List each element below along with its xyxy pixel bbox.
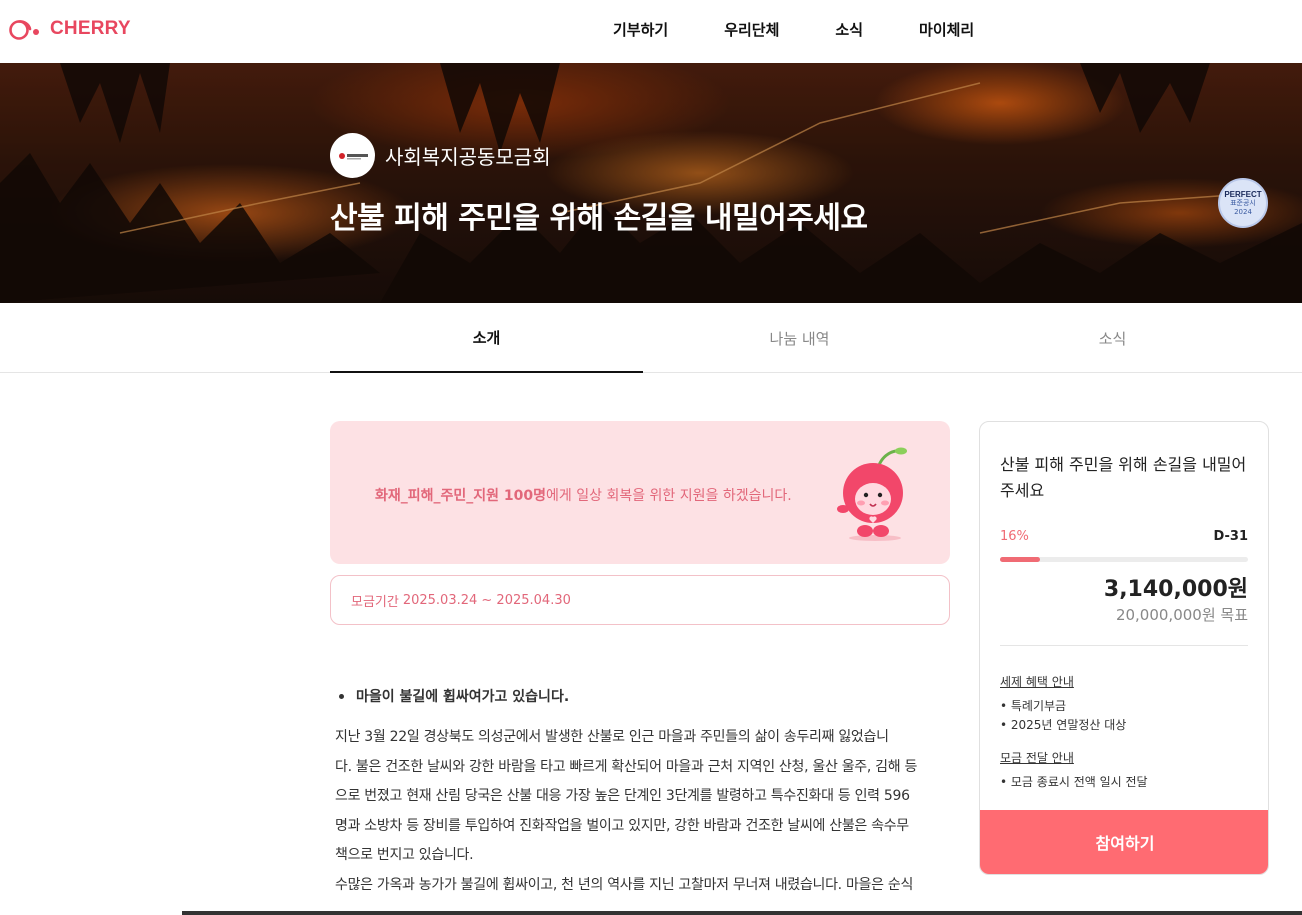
story-line: 지난 3월 22일 경상북도 의성군에서 발생한 산불로 인근 마을과 주민들의…	[335, 729, 889, 745]
campaign-tabs: 소개 나눔 내역 소식	[0, 303, 1302, 373]
delivery-info-item: • 모금 종료시 전액 일시 전달	[1000, 775, 1148, 789]
period-value: 2025.03.24 ~ 2025.04.30	[402, 592, 571, 608]
story-line: 수많은 가옥과 농가가 불길에 휩싸이고, 천 년의 역사를 지닌 고찰마저 무…	[335, 876, 914, 893]
delivery-info-link[interactable]: 모금 전달 안내	[1000, 749, 1074, 766]
horizontal-scrollbar[interactable]	[182, 911, 1302, 915]
campaign-goal-box: 화재_피해_주민_지원 100명에게 일상 회복을 위한 지원을 하겠습니다.	[330, 421, 950, 564]
logo-text: CHERRY	[50, 18, 131, 39]
nav-organizations[interactable]: 우리단체	[724, 19, 779, 40]
donation-summary-card: 산불 피해 주민을 위해 손길을 내밀어주세요 16% D-31 3,140,0…	[979, 421, 1269, 875]
badge-year-text: 2024	[1234, 207, 1252, 216]
story-line: 으로 번졌고 현재 산림 당국은 산불 대응 가장 높은 단계인 3단계를 발령…	[335, 788, 910, 804]
nav-donate[interactable]: 기부하기	[613, 19, 668, 40]
cherry-logo-icon	[9, 20, 39, 40]
card-campaign-title: 산불 피해 주민을 위해 손길을 내밀어주세요	[1000, 455, 1247, 500]
hero-overlay	[0, 63, 1302, 303]
campaign-story: 마을이 불길에 휩싸여가고 있습니다. 지난 3월 22일 경상북도 의성군에서…	[335, 682, 950, 900]
story-heading-text: 마을이 불길에 휩싸여가고 있습니다.	[356, 689, 570, 705]
tax-benefit-item: • 특례기부금	[1000, 699, 1067, 713]
badge-sub-text: 표준공시	[1230, 198, 1256, 207]
organization-logo-icon	[338, 152, 368, 159]
nav-my-cherry[interactable]: 마이체리	[919, 19, 974, 40]
tax-benefit-link[interactable]: 세제 혜택 안내	[1000, 673, 1074, 690]
top-navigation-bar: CHERRY 기부하기 우리단체 소식 마이체리	[0, 0, 1302, 63]
story-line: 책으로 번지고 있습니다.	[335, 847, 474, 863]
tab-news[interactable]: 소식	[956, 303, 1269, 373]
nav-news[interactable]: 소식	[835, 19, 863, 40]
goal-highlight: 화재_피해_주민_지원 100명	[375, 488, 547, 504]
story-line: 다. 불은 건조한 날씨와 강한 바람을 타고 빠르게 확산되어 마을과 근처 …	[335, 758, 918, 775]
period-label: 모금기간	[351, 594, 399, 610]
days-remaining: D-31	[1213, 529, 1248, 544]
progress-percent: 16%	[1000, 529, 1029, 544]
organization-logo	[330, 133, 375, 178]
goal-description: 에게 일상 회복을 위한 지원을 하겠습니다.	[546, 488, 792, 504]
fundraising-period: 모금기간 2025.03.24 ~ 2025.04.30	[330, 575, 950, 625]
tab-introduction[interactable]: 소개	[330, 303, 643, 373]
story-body: 지난 3월 22일 경상북도 의성군에서 발생한 산불로 인근 마을과 주민들의…	[335, 723, 950, 900]
organization-info[interactable]: 사회복지공동모금회	[330, 133, 551, 178]
organization-name: 사회복지공동모금회	[385, 145, 551, 169]
story-line: 명과 소방차 등 장비를 투입하여 진화작업을 벌이고 있지만, 강한 바람과 …	[335, 817, 909, 834]
story-heading: 마을이 불길에 휩싸여가고 있습니다.	[337, 682, 950, 710]
campaign-hero-banner: 사회복지공동모금회 산불 피해 주민을 위해 손길을 내밀어주세요 PERFEC…	[0, 63, 1302, 303]
raised-amount: 3,140,000원	[1103, 577, 1248, 602]
tax-benefit-item: • 2025년 연말정산 대상	[1000, 718, 1127, 732]
perfect-disclosure-badge: PERFECT 표준공시 2024	[1218, 178, 1268, 228]
campaign-goal-text: 화재_피해_주민_지원 100명에게 일상 회복을 위한 지원을 하겠습니다.	[375, 485, 792, 505]
participate-button[interactable]: 참여하기	[980, 810, 1268, 874]
badge-main-text: PERFECT	[1224, 189, 1262, 199]
tab-sharing-history[interactable]: 나눔 내역	[643, 303, 956, 373]
campaign-title: 산불 피해 주민을 위해 손길을 내밀어주세요	[330, 201, 868, 236]
main-nav: 기부하기 우리단체 소식 마이체리	[613, 19, 974, 40]
progress-bar-fill	[1000, 557, 1040, 562]
cherry-mascot-icon	[837, 447, 907, 541]
cherry-logo[interactable]: CHERRY	[8, 16, 131, 42]
progress-bar	[1000, 557, 1248, 562]
bullet-icon	[339, 693, 344, 699]
card-divider	[1000, 645, 1248, 646]
goal-amount: 20,000,000원 목표	[1115, 606, 1248, 624]
